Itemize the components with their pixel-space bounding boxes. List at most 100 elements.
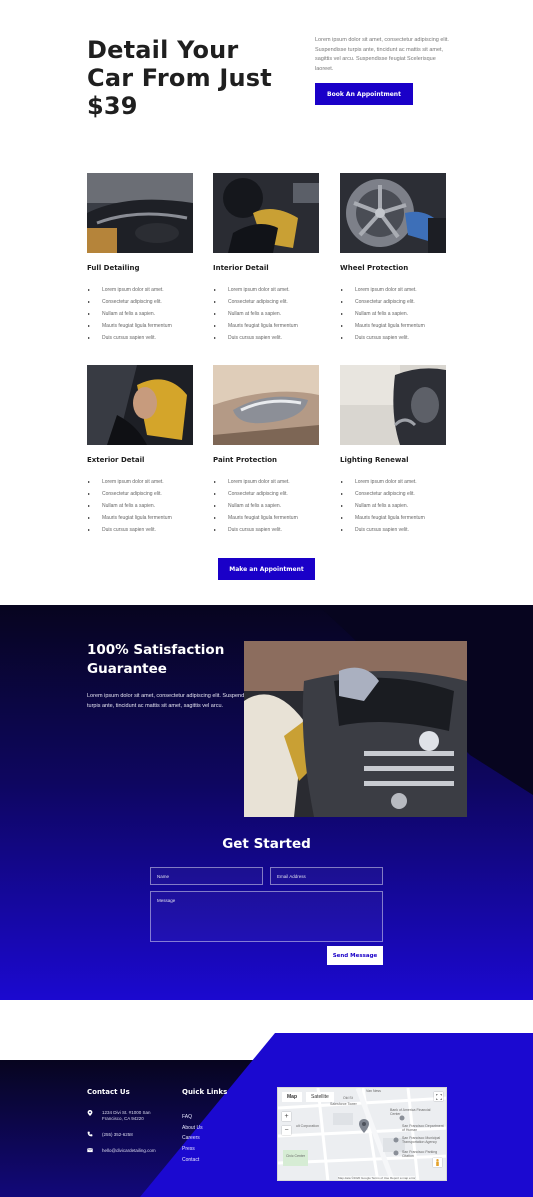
guarantee-description: Lorem ipsum dolor sit amet, consectetur … <box>87 693 254 709</box>
service-feature-list: Lorem ipsum dolor sit amet. Consectetur … <box>87 287 172 347</box>
footer-link-about-us[interactable]: About Us <box>182 1125 203 1131</box>
footer-link-contact[interactable]: Contact <box>182 1157 199 1163</box>
footer-link-faq[interactable]: FAQ <box>182 1114 192 1120</box>
map-label: San Francisco Parking Citation <box>402 1150 438 1158</box>
contact-heading: Contact Us <box>87 1088 130 1096</box>
list-item: Duis cursus sapien velit. <box>87 527 172 539</box>
wheel-protection-image <box>340 173 446 253</box>
footer-link-press[interactable]: Press <box>182 1146 195 1152</box>
map-label: Civic Center <box>286 1154 306 1158</box>
service-feature-list: Lorem ipsum dolor sit amet. Consectetur … <box>213 287 298 347</box>
list-item: Mauris feugiat ligula fermentum <box>87 515 172 527</box>
address-line-2: Francisco, CA 94220 <box>102 1116 144 1121</box>
map-tab-satellite[interactable]: Satellite <box>306 1092 334 1102</box>
zoom-out-button[interactable]: − <box>282 1126 291 1135</box>
map-marker-icon[interactable] <box>359 1119 369 1133</box>
paint-protection-image <box>213 365 319 445</box>
service-title: Exterior Detail <box>87 456 145 464</box>
map-label: Bank of America Financial Center <box>390 1108 431 1116</box>
list-item: Lorem ipsum dolor sit amet. <box>87 287 172 299</box>
list-item: Nullam at felis a sapien. <box>340 311 425 323</box>
wheel-protection-photo <box>340 173 446 253</box>
service-feature-list: Lorem ipsum dolor sit amet. Consectetur … <box>340 287 425 347</box>
list-item: Mauris feugiat ligula fermentum <box>87 323 172 335</box>
list-item: Duis cursus sapien velit. <box>213 335 298 347</box>
hero-description: Lorem ipsum dolor sit amet, consectetur … <box>315 37 449 72</box>
street-view-icon[interactable] <box>433 1158 442 1167</box>
list-item: Duis cursus sapien velit. <box>213 527 298 539</box>
email-field[interactable]: Email Address <box>270 867 383 885</box>
list-item: Mauris feugiat ligula fermentum <box>340 323 425 335</box>
exterior-detail-photo <box>87 365 193 445</box>
service-title: Interior Detail <box>213 264 269 272</box>
list-item: Nullam at felis a sapien. <box>87 311 172 323</box>
list-item: Consectetur adipiscing elit. <box>87 299 172 311</box>
service-feature-list: Lorem ipsum dolor sit amet. Consectetur … <box>340 479 425 539</box>
interior-detail-photo <box>213 173 319 253</box>
map-canvas[interactable] <box>278 1088 447 1181</box>
map-widget[interactable]: Map Satellite + − Van Ness Old St Bank o… <box>277 1087 447 1181</box>
map-label: San Francisco Department of Human <box>402 1124 444 1132</box>
email-icon <box>87 1148 93 1153</box>
zoom-in-button[interactable]: + <box>282 1112 291 1121</box>
list-item: Nullam at felis a sapien. <box>87 503 172 515</box>
fullscreen-icon[interactable] <box>434 1092 443 1101</box>
paint-protection-photo <box>213 365 319 445</box>
list-item: Duis cursus sapien velit. <box>340 335 425 347</box>
footer-link-careers[interactable]: Careers <box>182 1135 200 1141</box>
interior-detail-image <box>213 173 319 253</box>
phone-number[interactable]: (255) 352-6258 <box>102 1132 133 1138</box>
lighting-renewal-image <box>340 365 446 445</box>
full-detailing-photo <box>87 173 193 253</box>
address: 1234 Divi St. #1000 San Francisco, CA 94… <box>102 1110 172 1122</box>
book-appointment-button[interactable]: Book An Appointment <box>315 83 413 105</box>
hero-title-line-2: Car From Just <box>87 64 272 92</box>
map-label: San Francisco Municipal Transportation A… <box>402 1136 441 1144</box>
list-item: Nullam at felis a sapien. <box>340 503 425 515</box>
get-started-title: Get Started <box>222 836 311 852</box>
fullscreen-glyph <box>435 1093 442 1100</box>
map-attribution: Map data ©2020 Google Terms of Use Repor… <box>338 1176 416 1180</box>
list-item: Consectetur adipiscing elit. <box>213 491 298 503</box>
email-address[interactable]: hello@divicardetailing.com <box>102 1148 156 1154</box>
hero-title-line-3: $39 <box>87 92 138 120</box>
map-label: Salesforce Tower <box>330 1102 357 1106</box>
lighting-renewal-photo <box>340 365 446 445</box>
location-pin-icon <box>87 1110 93 1116</box>
exterior-detail-image <box>87 365 193 445</box>
service-feature-list: Lorem ipsum dolor sit amet. Consectetur … <box>87 479 172 539</box>
make-appointment-button[interactable]: Make an Appointment <box>218 558 315 580</box>
list-item: Consectetur adipiscing elit. <box>340 491 425 503</box>
list-item: Consectetur adipiscing elit. <box>87 491 172 503</box>
phone-icon <box>87 1131 93 1137</box>
service-title: Paint Protection <box>213 456 278 464</box>
footer-background <box>0 1033 533 1197</box>
list-item: Lorem ipsum dolor sit amet. <box>340 287 425 299</box>
service-title: Wheel Protection <box>340 264 409 272</box>
footer <box>0 1033 533 1197</box>
list-item: Lorem ipsum dolor sit amet. <box>213 287 298 299</box>
list-item: Duis cursus sapien velit. <box>87 335 172 347</box>
message-field[interactable]: Message <box>150 891 383 942</box>
map-label: Van Ness <box>366 1089 381 1093</box>
map-label: Old St <box>343 1096 353 1100</box>
list-item: Lorem ipsum dolor sit amet. <box>87 479 172 491</box>
quick-links-heading: Quick Links <box>182 1088 228 1096</box>
car-washing-photo <box>244 641 467 817</box>
service-feature-list: Lorem ipsum dolor sit amet. Consectetur … <box>213 479 298 539</box>
list-item: Lorem ipsum dolor sit amet. <box>213 479 298 491</box>
hero-title-line-1: Detail Your <box>87 36 239 64</box>
hero-title: Detail Your Car From Just $39 <box>87 36 287 120</box>
pegman-glyph <box>436 1159 439 1166</box>
service-title: Full Detailing <box>87 264 140 272</box>
list-item: Nullam at felis a sapien. <box>213 503 298 515</box>
name-field[interactable]: Name <box>150 867 263 885</box>
service-title: Lighting Renewal <box>340 456 409 464</box>
map-label: ult Corporation <box>296 1124 319 1128</box>
list-item: Mauris feugiat ligula fermentum <box>213 515 298 527</box>
list-item: Consectetur adipiscing elit. <box>340 299 425 311</box>
map-tab-map[interactable]: Map <box>282 1092 302 1102</box>
list-item: Lorem ipsum dolor sit amet. <box>340 479 425 491</box>
send-message-button[interactable]: Send Message <box>327 946 383 965</box>
list-item: Nullam at felis a sapien. <box>213 311 298 323</box>
